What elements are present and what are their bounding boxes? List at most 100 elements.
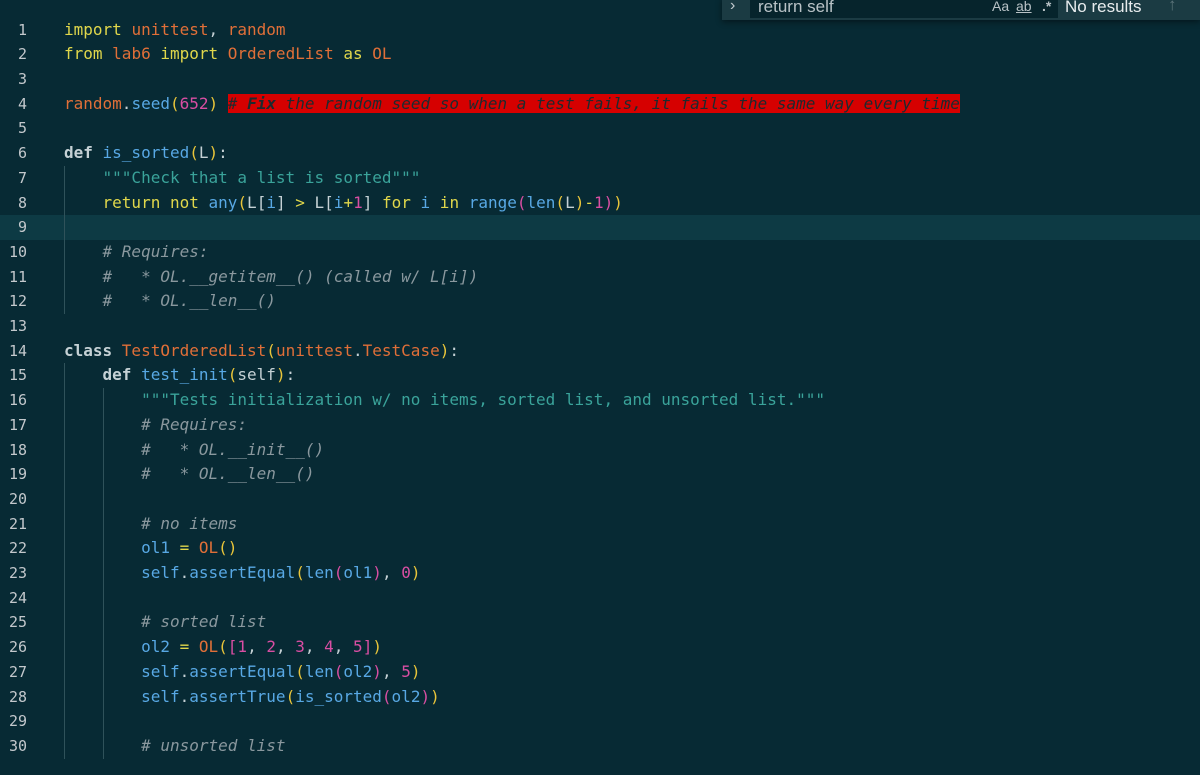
editor-line[interactable]: 24 (0, 586, 1200, 611)
code-token: ) (208, 93, 219, 113)
find-input[interactable]: return self Aa ab .* (750, 0, 1058, 18)
code-token: seed (131, 93, 170, 113)
code-editor[interactable]: 1 import unittest, random 2 from lab6 impor… (0, 0, 1200, 775)
editor-line[interactable]: 25 # sorted list (0, 610, 1200, 635)
indent-guide (103, 388, 104, 759)
code-text: class TestOrderedList(unittest.TestCase)… (64, 339, 459, 364)
editor-line[interactable]: 27 self.assertEqual(len(ol2), 5) (0, 660, 1200, 685)
code-text: import unittest, random (64, 18, 286, 43)
code-token: 4 (324, 637, 334, 657)
editor-line[interactable]: 15 def test_init(self): (0, 363, 1200, 388)
indent-guide (64, 363, 65, 759)
code-token: def (102, 365, 142, 385)
code-token: lab6 (112, 44, 151, 64)
code-token: ol2 (343, 661, 373, 681)
editor-line[interactable]: 5 (0, 116, 1200, 141)
code-token: test_init (141, 365, 228, 385)
code-token: L (247, 192, 257, 212)
code-text: self.assertEqual(len(ol2), 5) (64, 660, 420, 685)
arrow-up-icon[interactable]: ↑ (1168, 0, 1177, 15)
code-text: # * OL.__getitem__() (called w/ L[i]) (64, 265, 479, 290)
code-token: for (372, 192, 421, 212)
code-token: L (565, 192, 575, 212)
editor-line[interactable]: 12 # * OL.__len__() (0, 289, 1200, 314)
line-number: 10 (8, 242, 27, 261)
editor-line[interactable]: 11 # * OL.__getitem__() (called w/ L[i]) (0, 265, 1200, 290)
code-token: def (64, 143, 103, 163)
editor-line[interactable]: 14 class TestOrderedList(unittest.TestCas… (0, 339, 1200, 364)
line-number: 28 (8, 687, 27, 706)
code-token: 652 (179, 93, 209, 113)
code-token: """Tests initialization w/ no items, sor… (141, 390, 825, 410)
editor-line[interactable]: 21 # no items (0, 512, 1200, 537)
chevron-right-icon[interactable]: › (730, 0, 735, 15)
editor-line[interactable]: 30 # unsorted list (0, 734, 1200, 759)
editor-line[interactable]: 9 (0, 215, 1200, 240)
code-token: 1 (237, 637, 248, 657)
code-token: ) (430, 686, 440, 706)
code-text: ol2 = OL([1, 2, 3, 4, 5]) (64, 635, 382, 660)
code-token: ) (410, 563, 421, 583)
code-token: in (430, 192, 469, 212)
editor-line[interactable]: 26 ol2 = OL([1, 2, 3, 4, 5]) (0, 635, 1200, 660)
code-token: self (141, 661, 180, 681)
code-token: ) (574, 192, 585, 212)
editor-line[interactable]: 16 """Tests initialization w/ no items, … (0, 388, 1200, 413)
editor-line[interactable]: 7 """Check that a list is sorted""" (0, 166, 1200, 191)
code-token: ol1 (343, 563, 373, 583)
code-token: i (333, 192, 344, 212)
code-token: # * OL.__len__() (141, 464, 315, 484)
editor-line[interactable]: 10 # Requires: (0, 240, 1200, 265)
code-token: . (179, 661, 190, 681)
code-token: 1 (353, 192, 363, 212)
code-text: # Requires: (64, 413, 247, 438)
line-number: 12 (8, 292, 27, 311)
code-token: any (208, 192, 238, 212)
editor-line[interactable]: 17 # Requires: (0, 413, 1200, 438)
code-token: ol1 (141, 538, 170, 558)
regex-toggle[interactable]: .* (1042, 0, 1051, 14)
code-token: ) (275, 365, 286, 385)
code-token: # Requires: (141, 414, 248, 434)
line-number: 5 (17, 119, 27, 138)
whole-word-toggle[interactable]: ab (1016, 0, 1032, 14)
code-token: ( (295, 563, 305, 583)
editor-line[interactable]: 13 (0, 314, 1200, 339)
highlighted-comment: # Fix the random seed so when a test fai… (227, 93, 960, 113)
editor-line[interactable]: 19 # * OL.__len__() (0, 462, 1200, 487)
line-number: 9 (17, 218, 27, 237)
code-token: # no items (141, 513, 238, 533)
editor-line[interactable]: 22 ol1 = OL() (0, 536, 1200, 561)
code-token: ( (381, 686, 392, 706)
code-token: 1) (593, 192, 614, 212)
code-token: ] (362, 192, 373, 212)
editor-line[interactable]: 8 return not any(L[i] > L[i+1] for i in … (0, 191, 1200, 216)
code-token: assertTrue (189, 686, 286, 706)
code-token: # Requires: (102, 241, 209, 261)
editor-line[interactable]: 1 import unittest, random (0, 18, 1200, 43)
editor-line[interactable]: 2 from lab6 import OrderedList as OL (0, 42, 1200, 67)
line-number: 2 (17, 45, 27, 64)
code-token: random (64, 93, 122, 113)
code-token: # * OL.__getitem__() (called w/ L[i]) (102, 266, 479, 286)
code-token: range (468, 192, 517, 212)
editor-line[interactable]: 3 (0, 67, 1200, 92)
editor-line[interactable]: 20 (0, 487, 1200, 512)
line-number: 14 (8, 341, 27, 360)
line-number: 4 (17, 94, 27, 113)
editor-line[interactable]: 6 def is_sorted(L): (0, 141, 1200, 166)
editor-line[interactable]: 28 self.assertTrue(is_sorted(ol2)) (0, 685, 1200, 710)
code-token: () (218, 538, 238, 558)
code-token: OL (198, 637, 219, 657)
code-text: # no items (64, 512, 237, 537)
editor-line[interactable]: 23 self.assertEqual(len(ol1), 0) (0, 561, 1200, 586)
code-token: 0 (401, 563, 411, 583)
match-case-toggle[interactable]: Aa (992, 0, 1009, 14)
editor-line[interactable]: 4 random.seed(652) # Fix the random seed … (0, 92, 1200, 117)
editor-line[interactable]: 29 (0, 709, 1200, 734)
line-number: 16 (8, 391, 27, 410)
editor-line[interactable]: 18 # * OL.__init__() (0, 438, 1200, 463)
code-token: ( (189, 143, 199, 163)
